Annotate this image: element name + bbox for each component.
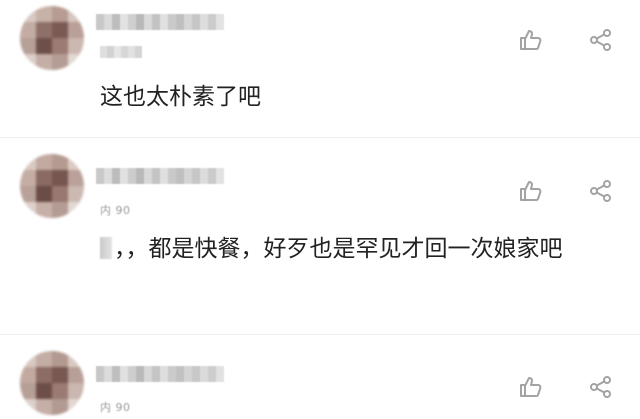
username[interactable] — [96, 168, 224, 184]
comment-text: ，，都是快餐，好歹也是罕见才回一次娘家吧 — [100, 228, 630, 270]
comment-meta — [100, 46, 142, 58]
comment-item: 这也太朴素了吧 — [0, 0, 640, 137]
username[interactable] — [96, 14, 224, 30]
share-icon[interactable] — [588, 374, 614, 400]
avatar[interactable] — [20, 6, 84, 70]
comment-text-content: ，，都是快餐，好歹也是罕见才回一次娘家吧 — [114, 236, 563, 262]
share-icon[interactable] — [588, 178, 614, 204]
comment-meta: 内 90 — [100, 401, 131, 414]
comment-item: 内 90 — [0, 335, 640, 419]
share-icon[interactable] — [588, 27, 614, 53]
thumbs-up-icon[interactable] — [518, 178, 544, 204]
thumbs-up-icon[interactable] — [518, 374, 544, 400]
thumbs-up-icon[interactable] — [518, 27, 544, 53]
comment-meta: 内 90 — [100, 204, 131, 217]
username[interactable] — [96, 366, 224, 382]
avatar[interactable] — [20, 351, 84, 415]
comment-item: 内 90 ，，都是快餐，好歹也是罕见才回一次娘家吧 — [0, 138, 640, 334]
blurred-glyph — [100, 237, 112, 259]
comment-feed: 这也太朴素了吧 内 90 ，，都是快餐，好歹也是罕见才回一次娘家吧 内 90 — [0, 0, 640, 419]
comment-text: 这也太朴素了吧 — [100, 84, 261, 110]
avatar[interactable] — [20, 154, 84, 218]
